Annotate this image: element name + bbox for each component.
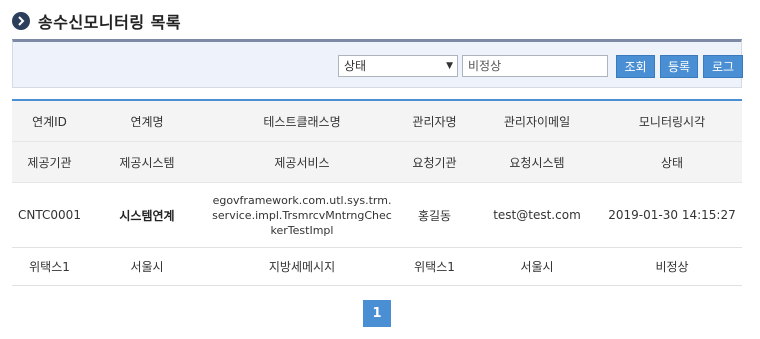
search-panel: 상태 ▼ 비정상 조회 등록 로그 — [12, 39, 743, 88]
table-cell: 서울시 — [130, 260, 164, 274]
column-header: 제공서비스 — [274, 155, 330, 170]
search-input[interactable]: 비정상 — [462, 55, 608, 77]
register-button[interactable]: 등록 — [660, 55, 698, 78]
page-header: 송수신모니터링 목록 — [12, 8, 181, 34]
search-button[interactable]: 조회 — [616, 55, 655, 78]
table-row[interactable]: CNTC0001 시스템연계 egovframework.com.utl.sys… — [12, 183, 742, 248]
column-header: 상태 — [660, 155, 684, 170]
column-header: 테스트클래스명 — [263, 114, 341, 129]
table-cell: 위택스1 — [29, 260, 70, 274]
table-cell: 비정상 — [655, 260, 689, 274]
column-header: 연계ID — [32, 114, 67, 129]
table-cell: 서울시 — [520, 260, 554, 274]
table-cell: 2019-01-30 14:15:27 — [608, 208, 736, 222]
column-header: 요청기관 — [412, 155, 457, 170]
column-header: 요청시스템 — [509, 155, 565, 170]
column-header: 연계명 — [130, 114, 164, 129]
table-cell-link[interactable]: 시스템연계 — [87, 207, 207, 224]
column-header: 모니터링시각 — [638, 114, 706, 129]
table-header-row: 제공기관 제공시스템 제공서비스 요청기관 요청시스템 상태 — [12, 142, 742, 183]
table-cell: egovframework.com.utl.sys.trm.service.im… — [212, 193, 392, 237]
column-header: 제공시스템 — [119, 155, 175, 170]
page-number-button[interactable]: 1 — [363, 300, 391, 327]
table-cell: 위택스1 — [414, 260, 455, 274]
monitoring-table: 연계ID 연계명 테스트클래스명 관리자명 관리자이메일 모니터링시각 제공기관… — [12, 99, 742, 286]
log-button[interactable]: 로그 — [703, 55, 743, 78]
table-cell: CNTC0001 — [18, 208, 81, 222]
table-cell: 홍길동 — [417, 208, 452, 223]
caret-down-icon: ▼ — [446, 61, 453, 71]
chevron-right-icon — [12, 12, 30, 30]
page-title: 송수신모니터링 목록 — [38, 13, 182, 32]
table-cell: test@test.com — [493, 208, 581, 222]
column-header: 제공기관 — [27, 155, 72, 170]
column-header: 관리자이메일 — [503, 114, 571, 129]
column-header: 관리자명 — [412, 114, 457, 129]
table-header-row: 연계ID 연계명 테스트클래스명 관리자명 관리자이메일 모니터링시각 — [12, 101, 742, 142]
table-cell: 지방세메시지 — [268, 260, 336, 274]
status-select-value: 상태 — [344, 59, 367, 73]
status-select[interactable]: 상태 ▼ — [338, 55, 458, 77]
table-row[interactable]: 위택스1 서울시 지방세메시지 위택스1 서울시 비정상 — [12, 248, 742, 286]
